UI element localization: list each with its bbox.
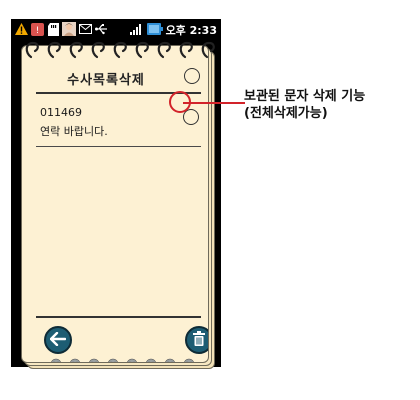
message-number: 011469: [40, 106, 82, 119]
battery-icon: [146, 22, 163, 38]
header: 수사목록삭제: [36, 68, 200, 90]
notification-icon: !: [30, 22, 44, 36]
callout-line2: (전체삭제가능): [244, 106, 328, 121]
mascot-icon: [51, 358, 194, 362]
phone-screen: ! 오후 2:33 수사목록삭제 011469 연락 바랍니다.: [11, 19, 221, 369]
callout-text: 보관된 문자 삭제 기능 (전체삭제가능): [244, 88, 365, 122]
status-left-icons: !: [14, 22, 108, 36]
delete-button[interactable]: [185, 326, 208, 354]
select-all-checkbox[interactable]: [184, 68, 200, 84]
spiral-rings: [25, 41, 215, 59]
status-right: 오후 2:33: [129, 22, 217, 38]
stage: ! 오후 2:33 수사목록삭제 011469 연락 바랍니다. 보관된 문자 …: [0, 0, 420, 400]
warning-icon: [14, 22, 28, 36]
page-title: 수사목록삭제: [67, 73, 145, 88]
status-time: 오후 2:33: [165, 24, 217, 37]
contact-avatar-icon: [62, 22, 76, 36]
message-text: 연락 바랍니다.: [40, 125, 108, 138]
mail-icon: [78, 22, 92, 36]
usb-icon: [94, 22, 108, 36]
sd-card-icon: [46, 22, 60, 36]
back-arrow-icon: [49, 331, 67, 350]
footer-divider: [36, 316, 201, 318]
callout-line1: 보관된 문자 삭제 기능: [244, 89, 366, 104]
svg-text:!: !: [35, 26, 39, 36]
status-bar: ! 오후 2:33: [11, 19, 221, 41]
mascot-decoration: [50, 358, 208, 362]
trash-icon: [193, 330, 205, 350]
callout-line: [183, 102, 245, 104]
back-button[interactable]: [44, 326, 72, 354]
signal-icon: [129, 23, 144, 38]
